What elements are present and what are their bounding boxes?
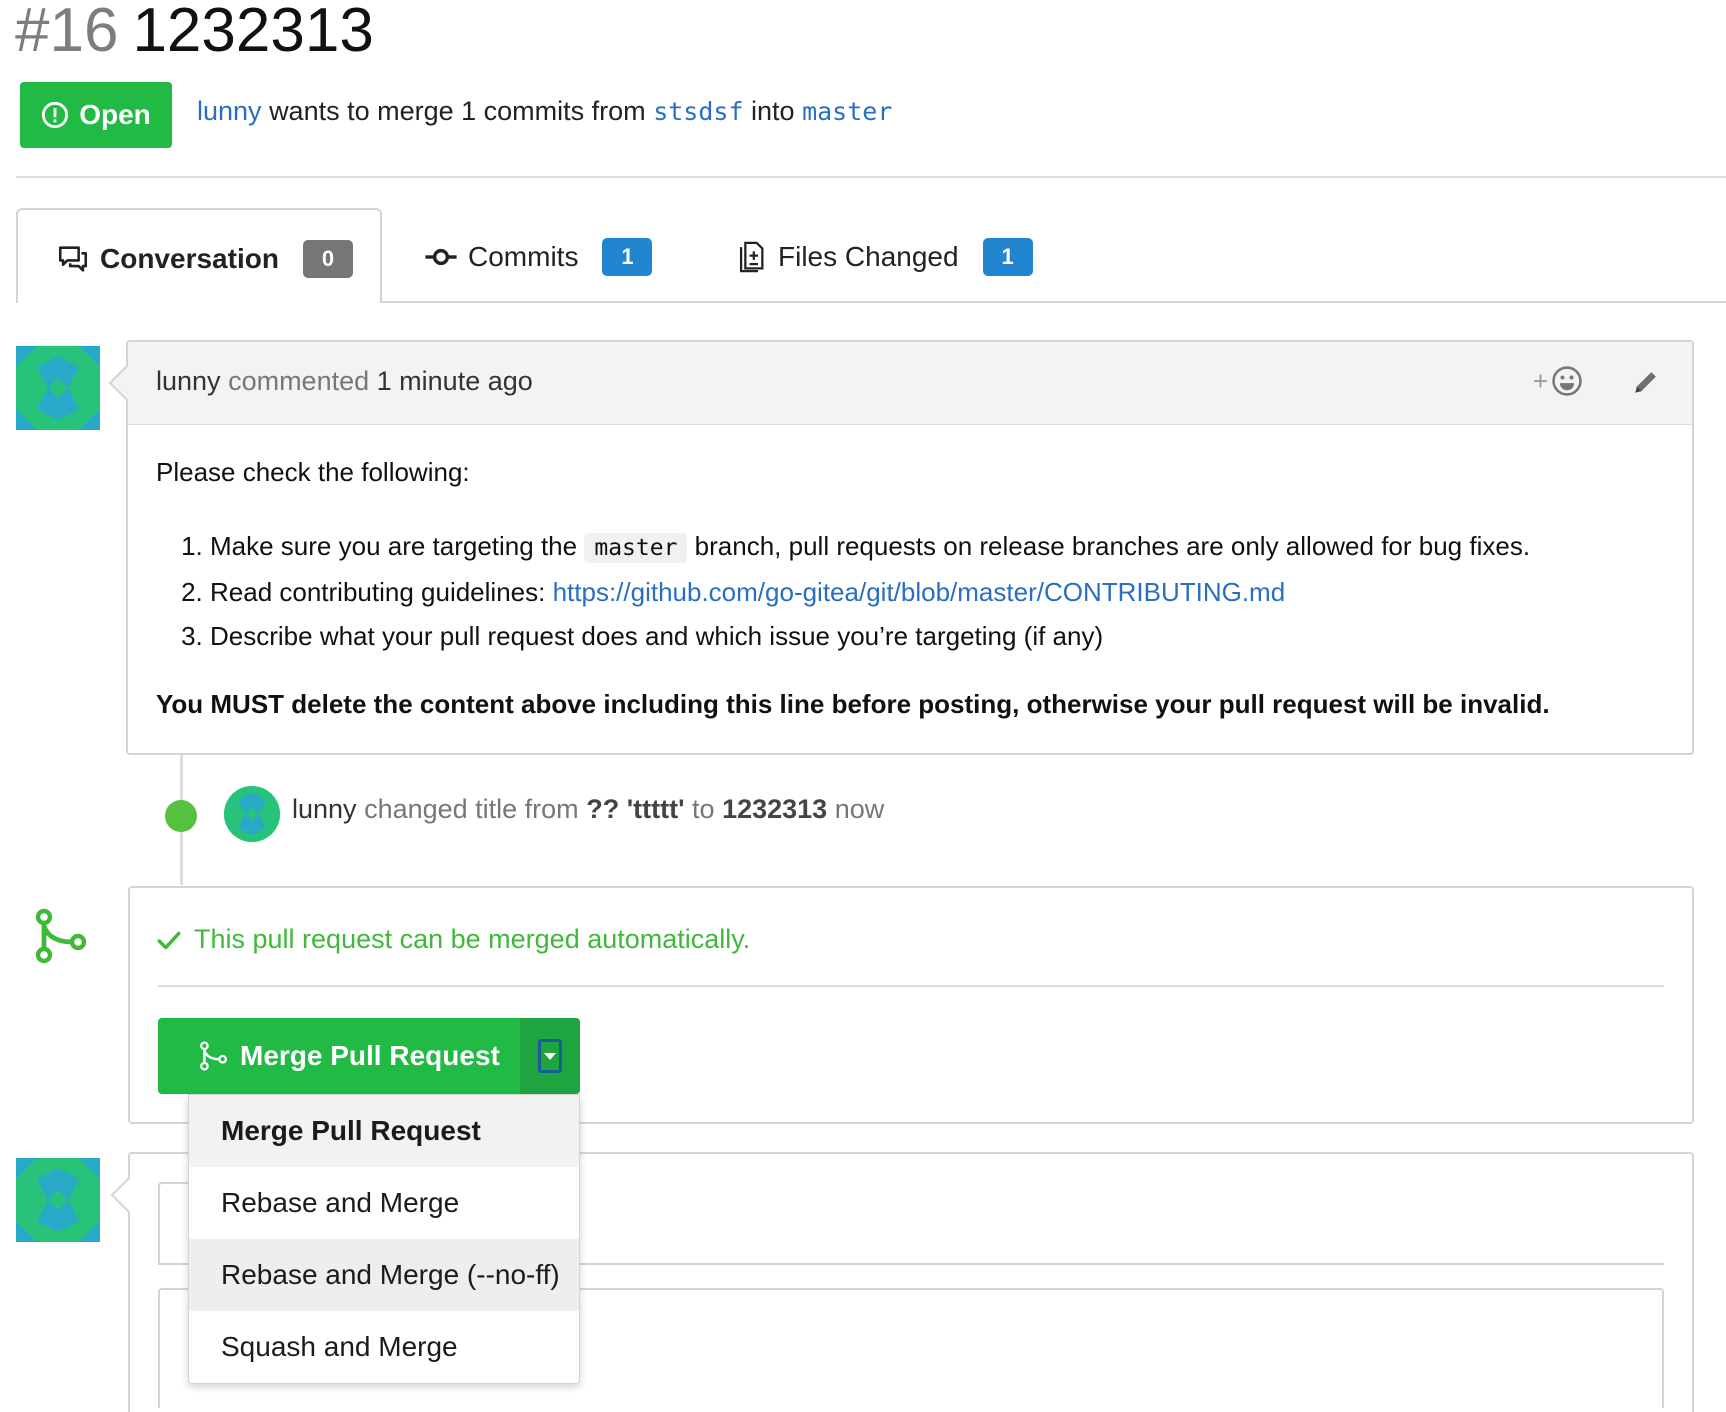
list-item-text: Describe what your pull request does and… (210, 621, 1104, 651)
comment-intro: Please check the following: (156, 457, 470, 487)
tab-files-count: 1 (982, 238, 1033, 276)
merge-info-text: wants to merge 1 commits from (269, 96, 646, 126)
comment-author-link[interactable]: lunny (156, 366, 221, 396)
comment-arrow (110, 1176, 148, 1214)
head-branch-link[interactable]: stsdsf (653, 97, 743, 126)
title-change-event: lunny changed title from ?? 'ttttt' to 1… (292, 794, 884, 825)
identicon-avatar (16, 1158, 100, 1242)
list-item: Read contributing guidelines: https://gi… (210, 570, 1672, 614)
merge-info: lunny wants to merge 1 commits from stsd… (197, 96, 892, 127)
menu-item-rebase-no-ff[interactable]: Rebase and Merge (--no-ff) (189, 1239, 579, 1311)
merge-divider (158, 985, 1664, 987)
tab-conversation[interactable]: Conversation 0 (16, 208, 382, 303)
avatar[interactable] (224, 786, 280, 842)
comment-warning: You MUST delete the content above includ… (156, 689, 1550, 719)
list-item-text: branch, pull requests on release branche… (694, 531, 1531, 561)
tab-conversation-count: 0 (302, 240, 353, 278)
tab-files-changed[interactable]: Files Changed 1 (734, 208, 1054, 301)
menu-item-merge[interactable]: Merge Pull Request (189, 1095, 579, 1167)
comment-meta: lunny commented 1 minute ago (156, 366, 533, 397)
base-branch-link[interactable]: master (802, 97, 892, 126)
caret-down-icon (544, 1053, 556, 1060)
edit-comment-button[interactable] (1630, 366, 1662, 403)
event-dot (165, 800, 197, 832)
mergeable-text: This pull request can be merged automati… (194, 924, 751, 954)
contributing-link[interactable]: https://github.com/go-gitea/git/blob/mas… (553, 577, 1286, 607)
tab-conversation-label: Conversation (100, 243, 279, 274)
event-action: changed title from (364, 794, 579, 824)
add-reaction-button[interactable]: + (1533, 364, 1584, 398)
dropdown-focus-ring (538, 1039, 562, 1073)
menu-item-rebase[interactable]: Rebase and Merge (189, 1167, 579, 1239)
header-divider (16, 176, 1726, 178)
author-link[interactable]: lunny (197, 96, 262, 126)
pr-number: #16 (15, 0, 119, 65)
merge-style-dropdown-button[interactable] (520, 1018, 580, 1094)
mergeable-status: This pull request can be merged automati… (156, 924, 750, 955)
avatar[interactable] (16, 1158, 100, 1242)
event-author-link[interactable]: lunny (292, 794, 357, 824)
inline-code: master (584, 533, 688, 563)
status-badge-open: Open (20, 82, 172, 148)
check-icon (157, 931, 181, 949)
merge-button-label: Merge Pull Request (240, 1040, 500, 1071)
merge-info-into: into (751, 96, 795, 126)
git-commit-icon (425, 248, 457, 266)
status-badge-label: Open (79, 99, 151, 130)
event-new-title: 1232313 (722, 794, 828, 824)
avatar[interactable] (16, 346, 100, 430)
merge-style-menu: Merge Pull Request Rebase and Merge Reba… (188, 1094, 580, 1384)
identicon-avatar (16, 346, 100, 430)
event-old-title: ?? 'ttttt' (586, 794, 685, 824)
comment-action: commented (228, 366, 370, 396)
list-item: Make sure you are targeting the master b… (210, 524, 1672, 570)
event-to: to (692, 794, 715, 824)
tab-files-label: Files Changed (778, 241, 959, 272)
smiley-icon (1552, 366, 1582, 396)
comment-body: Please check the following: Make sure yo… (156, 450, 1672, 726)
git-merge-icon (35, 908, 87, 964)
merge-pull-request-button[interactable]: Merge Pull Request (158, 1018, 520, 1094)
pencil-icon (1635, 372, 1656, 393)
menu-item-squash[interactable]: Squash and Merge (189, 1311, 579, 1383)
reaction-plus: + (1532, 365, 1548, 396)
comment-discussion-icon (58, 246, 88, 272)
comment-header: lunny commented 1 minute ago + (128, 342, 1692, 425)
comment-box: lunny commented 1 minute ago + Please ch… (108, 340, 1694, 755)
git-merge-icon (200, 1041, 228, 1071)
list-item-text: Read contributing guidelines: (210, 577, 546, 607)
pr-title-text: 1232313 (132, 0, 374, 65)
event-when: now (834, 794, 885, 824)
checklist: Make sure you are targeting the master b… (156, 524, 1672, 658)
list-item: Describe what your pull request does and… (210, 614, 1672, 658)
tab-commits-count: 1 (602, 238, 653, 276)
issue-opened-icon (42, 101, 69, 129)
identicon-avatar (224, 786, 280, 842)
diff-icon (739, 241, 764, 273)
comment-time: 1 minute ago (376, 366, 533, 396)
tab-commits[interactable]: Commits 1 (424, 208, 684, 301)
tab-commits-label: Commits (468, 241, 579, 272)
pr-title: #16 1232313 (15, 0, 374, 68)
list-item-text: Make sure you are targeting the (210, 531, 578, 561)
